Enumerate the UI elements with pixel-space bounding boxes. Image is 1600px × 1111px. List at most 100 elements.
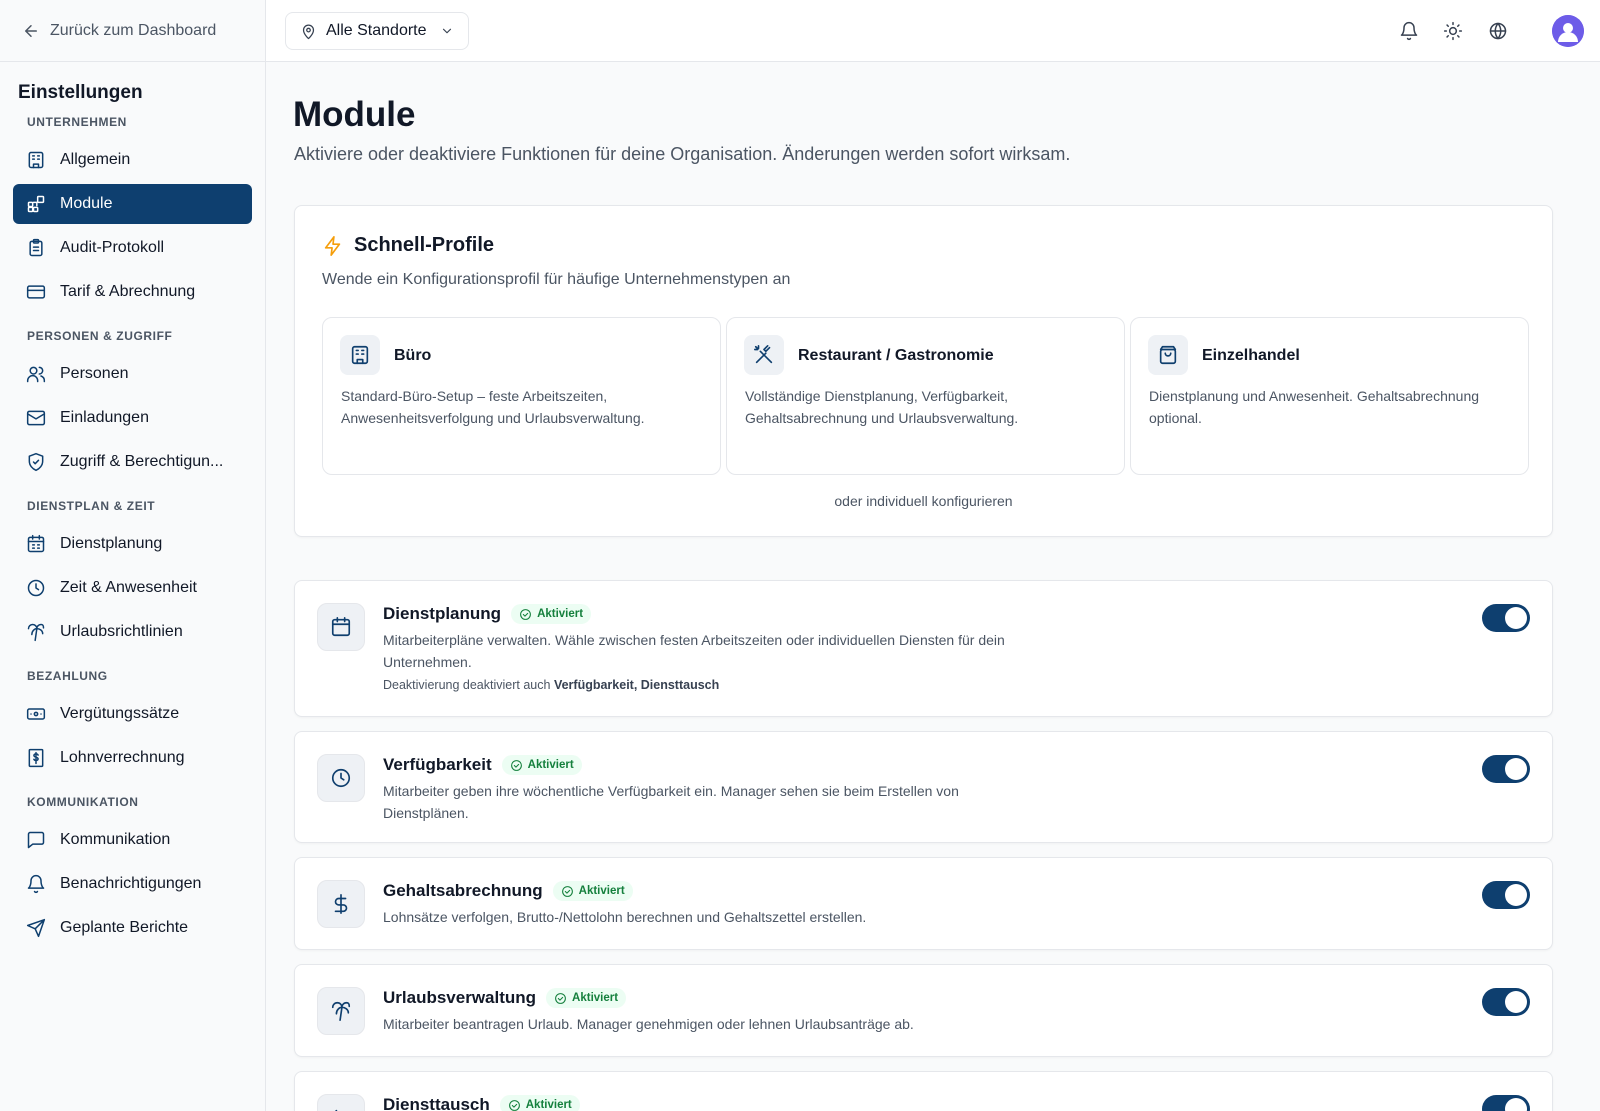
location-select[interactable]: Alle Standorte — [285, 12, 469, 50]
section-schedule: DIENSTPLAN & ZEIT Dienstplanung Zeit & A… — [0, 496, 265, 652]
sidebar-item-scheduled-reports[interactable]: Geplante Berichte — [13, 908, 252, 948]
modules-icon — [27, 195, 45, 213]
sidebar-item-people[interactable]: Personen — [13, 354, 252, 394]
palm-tree-icon — [27, 623, 45, 642]
shopping-bag-icon — [1159, 345, 1177, 365]
sidebar-item-label: Benachrichtigungen — [60, 875, 202, 892]
sidebar-item-invitations[interactable]: Einladungen — [13, 398, 252, 438]
module-icon — [317, 1094, 365, 1111]
profile-title: Einzelhandel — [1202, 347, 1300, 364]
profile-card-retail[interactable]: Einzelhandel Dienstplanung und Anwesenhe… — [1130, 317, 1529, 475]
users-icon — [26, 366, 46, 383]
sidebar-item-payroll[interactable]: Lohnverrechnung — [13, 738, 252, 778]
sidebar-item-pay-rates[interactable]: Vergütungssätze — [13, 694, 252, 734]
quick-profiles-subtitle: Wende ein Konfigurationsprofil für häufi… — [322, 271, 791, 288]
clock-icon — [331, 768, 351, 788]
back-to-dashboard-link[interactable]: Zurück zum Dashboard — [0, 0, 265, 62]
building-icon — [351, 345, 369, 365]
module-description: Mitarbeiter geben ihre wöchentliche Verf… — [383, 783, 959, 821]
check-circle-icon — [508, 1099, 520, 1111]
section-label: UNTERNEHMEN — [27, 115, 127, 129]
theme-toggle-button[interactable] — [1441, 19, 1465, 43]
module-header: Urlaubsverwaltung Aktiviert — [383, 988, 627, 1008]
sun-icon — [1443, 21, 1463, 41]
status-badge: Aktiviert — [511, 604, 592, 624]
check-circle-icon — [561, 885, 573, 897]
module-toggle-scheduling[interactable] — [1482, 604, 1530, 632]
sidebar-item-label: Geplante Berichte — [60, 919, 189, 936]
sidebar-item-access[interactable]: Zugriff & Berechtigun... — [13, 442, 252, 482]
section-label: KOMMUNIKATION — [27, 795, 139, 809]
profile-icon — [1148, 335, 1188, 375]
page-subtitle: Aktiviere oder deaktiviere Funktionen fü… — [294, 144, 1071, 164]
message-square-icon — [27, 831, 45, 849]
dependency-note-items: Verfügbarkeit, Diensttausch — [553, 678, 720, 692]
sidebar-item-billing[interactable]: Tarif & Abrechnung — [13, 272, 252, 312]
user-avatar-icon — [1552, 15, 1584, 47]
profile-icon — [340, 335, 380, 375]
shield-check-icon — [28, 452, 44, 472]
sidebar-item-general[interactable]: Allgemein — [13, 140, 252, 180]
globe-icon — [1489, 22, 1507, 40]
sidebar-item-label: Vergütungssätze — [60, 705, 180, 722]
sidebar-item-label: Audit-Protokoll — [60, 239, 165, 256]
sidebar-item-leave-policies[interactable]: Urlaubsrichtlinien — [13, 612, 252, 652]
module-card-availability: Verfügbarkeit Aktiviert Mitarbeiter gebe… — [294, 731, 1553, 843]
language-button[interactable] — [1486, 19, 1510, 43]
topbar: Alle Standorte — [266, 0, 1600, 62]
module-toggle-shift-swap[interactable] — [1482, 1095, 1530, 1111]
sidebar-item-label: Dienstplanung — [60, 535, 163, 552]
sidebar-item-modules[interactable]: Module — [13, 184, 252, 224]
module-icon — [317, 880, 365, 928]
sidebar-item-communication[interactable]: Kommunikation — [13, 820, 252, 860]
notifications-button[interactable] — [1397, 19, 1421, 43]
custom-configure-link[interactable]: oder individuell konfigurieren — [295, 493, 1552, 509]
section-people: PERSONEN & ZUGRIFF Personen Einladungen … — [0, 326, 265, 482]
main-content: Module Aktiviere oder deaktiviere Funkti… — [266, 62, 1600, 1111]
sidebar-item-time[interactable]: Zeit & Anwesenheit — [13, 568, 252, 608]
module-header: Verfügbarkeit Aktiviert — [383, 755, 582, 775]
profile-description: Dienstplanung und Anwesenheit. Gehaltsab… — [1149, 388, 1480, 426]
sidebar-item-label: Module — [60, 195, 113, 212]
module-toggle-payroll[interactable] — [1482, 881, 1530, 909]
map-pin-icon — [302, 24, 315, 39]
module-description: Mitarbeiter beantragen Urlaub. Manager g… — [383, 1016, 914, 1032]
module-description: Lohnsätze verfolgen, Brutto-/Nettolohn b… — [383, 909, 867, 925]
sidebar-item-notifications[interactable]: Benachrichtigungen — [13, 864, 252, 904]
module-toggle-leave[interactable] — [1482, 988, 1530, 1016]
calendar-icon — [27, 534, 45, 553]
profile-card-restaurant[interactable]: Restaurant / Gastronomie Vollständige Di… — [726, 317, 1125, 475]
avatar[interactable] — [1552, 15, 1584, 47]
module-card-leave: Urlaubsverwaltung Aktiviert Mitarbeiter … — [294, 964, 1553, 1057]
status-badge: Aktiviert — [546, 988, 627, 1008]
bell-icon — [1400, 21, 1418, 41]
sidebar-item-scheduling[interactable]: Dienstplanung — [13, 524, 252, 564]
module-card-scheduling: Dienstplanung Aktiviert Mitarbeiterpläne… — [294, 580, 1553, 717]
quick-profiles-header: Schnell-Profile — [322, 234, 494, 257]
sidebar-item-label: Lohnverrechnung — [60, 749, 185, 766]
check-circle-icon — [510, 759, 522, 771]
settings-sidebar: Zurück zum Dashboard Einstellungen UNTER… — [0, 0, 266, 1111]
quick-profiles-card: Schnell-Profile Wende ein Konfigurations… — [294, 205, 1553, 537]
sidebar-item-label: Zeit & Anwesenheit — [60, 579, 197, 596]
sidebar-item-label: Einladungen — [60, 409, 149, 426]
section-label: DIENSTPLAN & ZEIT — [27, 499, 156, 513]
bell-icon — [27, 874, 45, 894]
send-icon — [26, 918, 46, 938]
back-link-label: Zurück zum Dashboard — [50, 21, 217, 39]
module-header: Dienstplanung Aktiviert — [383, 604, 592, 624]
profile-description: Standard-Büro-Setup – feste Arbeitszeite… — [341, 388, 645, 426]
arrow-left-icon — [25, 24, 37, 37]
sidebar-item-label: Personen — [60, 365, 129, 382]
module-toggle-availability[interactable] — [1482, 755, 1530, 783]
sidebar-item-audit-log[interactable]: Audit-Protokoll — [13, 228, 252, 268]
module-card-shift-swap: Diensttausch Aktiviert — [294, 1071, 1553, 1111]
chevron-down-icon — [442, 28, 451, 34]
module-title: Diensttausch — [383, 1095, 490, 1111]
palm-tree-icon — [331, 1001, 351, 1021]
mail-icon — [26, 410, 46, 426]
lightning-icon — [324, 235, 341, 256]
banknote-icon — [26, 708, 46, 720]
profile-card-office[interactable]: Büro Standard-Büro-Setup – feste Arbeits… — [322, 317, 721, 475]
section-payment: BEZAHLUNG Vergütungssätze Lohnverrechnun… — [0, 666, 265, 778]
